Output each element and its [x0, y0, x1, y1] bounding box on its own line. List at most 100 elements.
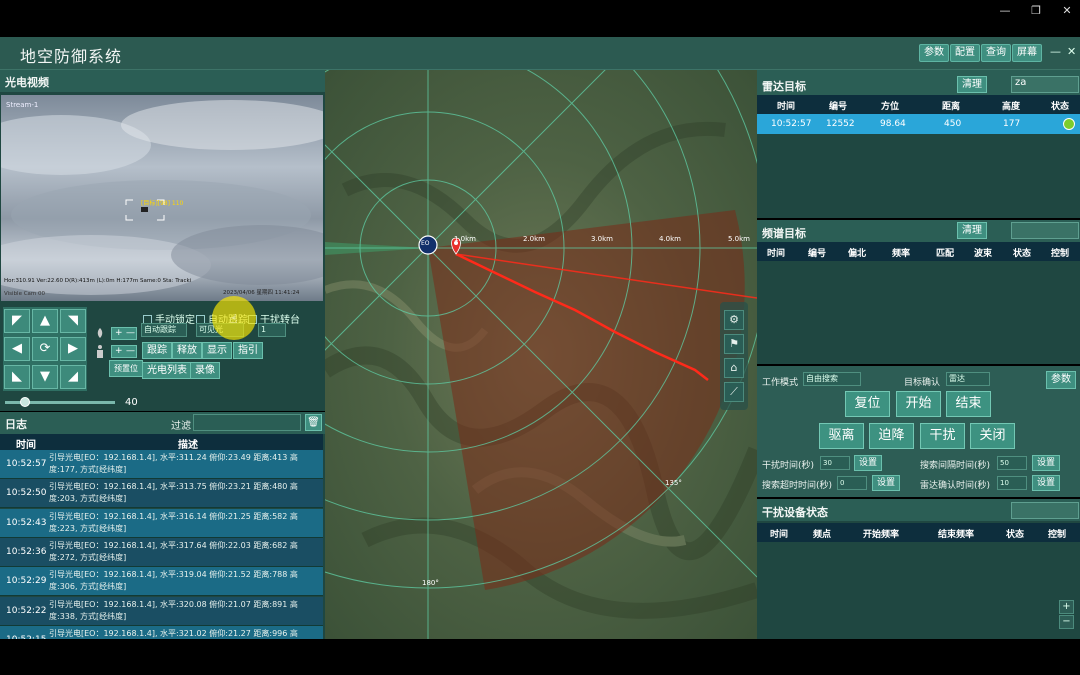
spectrum-col-control: 控制 — [1051, 249, 1070, 259]
window-minimize-button[interactable]: — — [995, 4, 1015, 18]
marker-icon[interactable]: ⚑ — [724, 334, 744, 354]
search-interval-input[interactable]: 50 — [997, 456, 1027, 470]
zoom-in-button[interactable]: + — [1059, 600, 1074, 614]
search-timeout-input[interactable]: 0 — [837, 476, 867, 490]
log-row[interactable]: 10:52:29 引导光电[EO：192.168.1.4], 水平:319.04 … — [0, 567, 323, 597]
radar-confirm-time-input[interactable]: 10 — [997, 476, 1027, 490]
radar-row-distance: 450 — [944, 119, 962, 129]
focus-plus-button[interactable]: + — [115, 346, 123, 357]
bearing-label-135: 135° — [665, 479, 682, 487]
radar-confirm-time-set-button[interactable]: 设置 — [1032, 475, 1060, 491]
log-row-text: 引导光电[EO：192.168.1.4], 水平:316.14 俯仰:21.25… — [49, 511, 298, 533]
ptz-down-left-button[interactable]: ◣ — [4, 365, 30, 389]
map-view[interactable]: EO 1.0km 2.0km 3.0km 4.0km 5.0km 135° 18… — [325, 70, 757, 639]
jam-time-set-button[interactable]: 设置 — [854, 455, 882, 471]
expel-button[interactable]: 驱离 — [819, 423, 864, 449]
log-row-text: 引导光电[EO：192.168.1.4], 水平:320.08 俯仰:21.07… — [49, 599, 298, 621]
log-col-desc: 描述 — [178, 440, 198, 451]
search-interval-set-button[interactable]: 设置 — [1032, 455, 1060, 471]
spectrum-col-beam: 波束 — [974, 249, 993, 259]
eo-station-icon[interactable]: EO — [421, 240, 430, 247]
end-button[interactable]: 结束 — [946, 391, 991, 417]
target-confirm-select[interactable]: 雷达 — [946, 372, 990, 386]
spectrum-clear-button[interactable]: 清理 — [957, 222, 987, 239]
zoom-plus-button[interactable]: + — [115, 328, 123, 339]
radar-clear-button[interactable]: 清理 — [957, 76, 987, 93]
jam-time-input[interactable]: 30 — [820, 456, 850, 470]
search-interval-value: 50 — [1000, 459, 1009, 467]
radar-confirm-time-label: 雷达确认时间(秒) — [920, 481, 991, 491]
ptz-home-button[interactable]: ⟳ — [32, 337, 58, 361]
zoom-controls: + — — [111, 327, 137, 340]
radar-row-id: 12552 — [826, 119, 855, 129]
preset-button[interactable]: 预置位 — [109, 360, 143, 377]
camera-number-value: 1 — [261, 325, 267, 334]
radar-filter-select[interactable]: za — [1011, 76, 1079, 93]
ptz-right-button[interactable]: ▶ — [60, 337, 86, 361]
guide-button[interactable]: 指引 — [233, 342, 263, 359]
track-mode-select[interactable]: 自动跟踪 — [141, 323, 187, 337]
ruler-icon[interactable]: ⟋ — [724, 382, 744, 402]
radar-table-row[interactable]: 10:52:57 12552 98.64 450 177 — [757, 114, 1080, 134]
window-restore-button[interactable]: ❐ — [1026, 4, 1046, 18]
trash-icon[interactable]: 🗑 — [305, 414, 322, 431]
ptz-up-right-button[interactable]: ◥ — [60, 309, 86, 333]
app-header: 地空防御系统 参数 配置 查询 屏幕 — ✕ — [0, 37, 1080, 70]
zoom-out-button[interactable]: − — [1059, 615, 1074, 629]
camera-number-select[interactable]: 1 — [258, 323, 286, 337]
log-row[interactable]: 10:52:15引导光电[EO：192.168.1.4], 水平:321.02 … — [0, 625, 323, 639]
log-list: 10:52:57 引导光电[EO：192.168.1.4], 水平:311.24 … — [0, 450, 323, 639]
log-row[interactable]: 10:52:43 引导光电[EO：192.168.1.4], 水平:316.14 … — [0, 508, 323, 538]
zoom-minus-button[interactable]: — — [126, 328, 135, 339]
eo-list-button[interactable]: 光电列表 — [142, 362, 192, 379]
zoom-slider-thumb[interactable] — [19, 397, 30, 407]
focus-minus-button[interactable]: — — [126, 346, 135, 357]
app-close-button[interactable]: ✕ — [1067, 45, 1076, 58]
app-minimize-button[interactable]: — — [1050, 45, 1061, 58]
layer-icon[interactable]: ⌂ — [724, 358, 744, 378]
video-bottom-label: Visible Cam 00 — [4, 291, 46, 297]
search-timeout-set-button[interactable]: 设置 — [872, 475, 900, 491]
start-button[interactable]: 开始 — [896, 391, 941, 417]
ptz-up-button[interactable]: ▲ — [32, 309, 58, 333]
spectrum-col-north: 偏北 — [848, 249, 867, 259]
log-row[interactable]: 10:52:36 引导光电[EO：192.168.1.4], 水平:317.64 … — [0, 537, 323, 567]
log-row[interactable]: 10:52:50 引导光电[EO：192.168.1.4], 水平:313.75 … — [0, 479, 323, 509]
ptz-down-right-button[interactable]: ◢ — [60, 365, 86, 389]
jammer-table-header: 时间 频点 开始频率 结束频率 状态 控制 — [757, 523, 1080, 542]
ptz-down-button[interactable]: ▼ — [32, 365, 58, 389]
display-button[interactable]: 显示 — [202, 342, 232, 359]
log-row[interactable]: 10:52:57 引导光电[EO：192.168.1.4], 水平:311.24 … — [0, 450, 323, 479]
ptz-up-left-button[interactable]: ◤ — [4, 309, 30, 333]
settings-gear-icon[interactable]: ⚙ — [724, 310, 744, 330]
record-button[interactable]: 录像 — [190, 362, 220, 379]
jammer-col-end-freq: 结束频率 — [938, 530, 975, 540]
work-params-button[interactable]: 参数 — [1046, 371, 1076, 389]
release-button[interactable]: 释放 — [172, 342, 202, 359]
zoom-slider-value: 40 — [125, 397, 138, 408]
query-top-button[interactable]: 查询 — [981, 44, 1011, 62]
hand-cursor-icon: ☝ — [230, 312, 238, 326]
window-close-button[interactable]: ✕ — [1057, 4, 1077, 18]
log-row-time: 10:52:29 — [6, 576, 47, 587]
force-land-button[interactable]: 迫降 — [869, 423, 914, 449]
work-mode-select[interactable]: 自由搜索 — [803, 372, 861, 386]
params-top-button[interactable]: 参数 — [919, 44, 949, 62]
eo-video-feed[interactable]: Stream-1 [目标][98] 110 Hor:310.91 Ver:22.… — [1, 95, 323, 301]
config-top-button[interactable]: 配置 — [950, 44, 980, 62]
spectrum-filter-select[interactable] — [1011, 222, 1079, 239]
log-row[interactable]: 10:52:22 引导光电[EO：192.168.1.4], 水平:320.08 … — [0, 596, 323, 626]
log-filter-label: 过滤 — [171, 421, 191, 432]
track-button[interactable]: 跟踪 — [142, 342, 172, 359]
spectrum-col-id: 编号 — [808, 249, 827, 259]
spectrum-table-header: 时间 编号 偏北 频率 匹配 波束 状态 控制 — [757, 242, 1080, 261]
spectrum-col-freq: 频率 — [892, 249, 911, 259]
jammer-filter-select[interactable] — [1011, 502, 1079, 519]
radar-row-time: 10:52:57 — [771, 119, 812, 129]
ptz-left-button[interactable]: ◀ — [4, 337, 30, 361]
off-button[interactable]: 关闭 — [970, 423, 1015, 449]
jam-button[interactable]: 干扰 — [920, 423, 965, 449]
reset-button[interactable]: 复位 — [845, 391, 890, 417]
screen-top-button[interactable]: 屏幕 — [1012, 44, 1042, 62]
log-filter-input[interactable] — [193, 414, 301, 431]
